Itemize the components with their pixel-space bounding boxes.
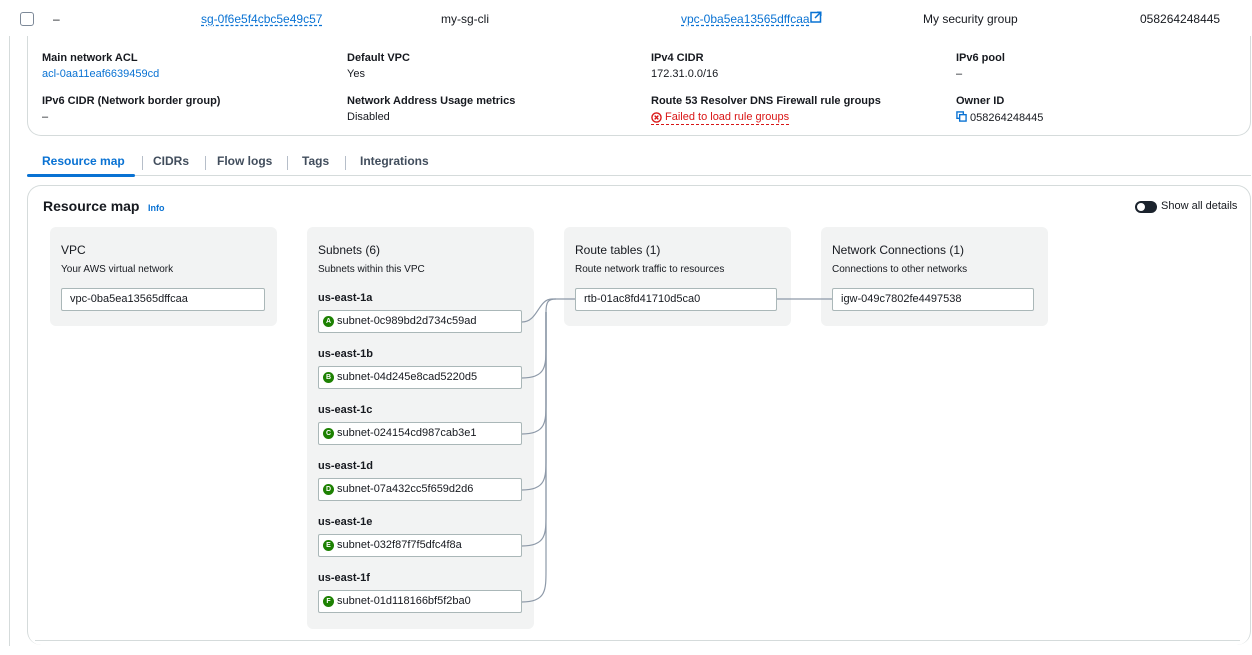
ipv6-pool-field: IPv6 pool – [956, 52, 1005, 81]
row-dash: – [53, 12, 60, 26]
resource-map-panel: Resource map Info Show all details VPC Y… [27, 185, 1251, 645]
copy-icon[interactable] [956, 111, 967, 122]
internet-gateway-node[interactable]: igw-049c7802fe4497538 [832, 288, 1034, 311]
panel-left-border [9, 36, 10, 646]
az-label: us-east-1c [318, 404, 373, 416]
vpc-column-title: VPC [61, 243, 86, 257]
ipv4-cidr-value: 172.31.0.0/16 [651, 68, 719, 80]
az-badge-icon: E [323, 540, 334, 551]
vpc-column: VPC Your AWS virtual network vpc-0ba5ea1… [50, 227, 277, 326]
subnet-id: subnet-0c989bd2d734c59ad [337, 315, 477, 327]
security-group-description: My security group [923, 12, 1018, 26]
network-connections-column-subtitle: Connections to other networks [832, 264, 968, 275]
security-group-id-link[interactable]: sg-0f6e5f4cbc5e49c57 [201, 12, 322, 26]
ipv6-pool-value: – [956, 68, 963, 80]
subnets-column-subtitle: Subnets within this VPC [318, 264, 425, 275]
resource-map-title: Resource map [43, 198, 140, 214]
route-tables-column-subtitle: Route network traffic to resources [575, 264, 725, 275]
ipv6-cidr-value: – [42, 111, 49, 123]
tab-separator [345, 156, 346, 170]
owner-id-label: Owner ID [956, 95, 1005, 107]
r53-firewall-field: Route 53 Resolver DNS Firewall rule grou… [651, 95, 881, 127]
r53-error-message[interactable]: Failed to load rule groups [651, 111, 790, 125]
default-vpc-value: Yes [347, 68, 365, 80]
tab-separator [205, 156, 206, 170]
show-all-details-label: Show all details [1161, 200, 1238, 212]
tab-tags[interactable]: Tags [302, 154, 329, 168]
tab-separator [142, 156, 143, 170]
az-badge-icon: D [323, 484, 334, 495]
ipv6-pool-label: IPv6 pool [956, 52, 1005, 64]
network-connections-column-title: Network Connections (1) [832, 243, 965, 257]
r53-firewall-label: Route 53 Resolver DNS Firewall rule grou… [651, 95, 881, 107]
az-badge-icon: B [323, 372, 334, 383]
row-select-checkbox[interactable] [20, 12, 34, 26]
network-connections-column: Network Connections (1) Connections to o… [821, 227, 1048, 326]
ipv4-cidr-label: IPv4 CIDR [651, 52, 704, 64]
default-vpc-label: Default VPC [347, 52, 410, 64]
az-label: us-east-1d [318, 460, 374, 472]
subnet-id: subnet-032f87f7f5dfc4f8a [337, 539, 462, 551]
owner-id-value: 058264248445 [970, 112, 1044, 124]
r53-error-text: Failed to load rule groups [665, 111, 790, 123]
subnet-id: subnet-01d118166bf5f2ba0 [337, 595, 471, 607]
tab-bar: Resource map CIDRs Flow logs Tags Integr… [27, 148, 1251, 176]
owner-id: 058264248445 [1140, 12, 1221, 26]
nau-metrics-label: Network Address Usage metrics [347, 95, 516, 107]
owner-id-value-wrap: 058264248445 [956, 111, 1043, 125]
tab-separator [287, 156, 288, 170]
tab-flow-logs[interactable]: Flow logs [217, 154, 272, 168]
subnet-id: subnet-04d245e8cad5220d5 [337, 371, 478, 383]
security-group-row: – sg-0f6e5f4cbc5e49c57 my-sg-cli vpc-0ba… [0, 0, 1252, 36]
subnet-id: subnet-024154cd987cab3e1 [337, 427, 477, 439]
route-tables-column: Route tables (1) Route network traffic t… [564, 227, 791, 326]
az-badge-icon: F [323, 596, 334, 607]
tab-integrations[interactable]: Integrations [360, 154, 429, 168]
security-group-name: my-sg-cli [441, 12, 489, 26]
route-table-node[interactable]: rtb-01ac8fd41710d5ca0 [575, 288, 777, 311]
vpc-details-panel: Main network ACL acl-0aa11eaf6639459cd D… [27, 36, 1251, 136]
subnet-node[interactable]: C subnet-024154cd987cab3e1 [318, 422, 522, 445]
subnet-node[interactable]: B subnet-04d245e8cad5220d5 [318, 366, 522, 389]
ipv6-cidr-label: IPv6 CIDR (Network border group) [42, 95, 221, 107]
subnet-node[interactable]: D subnet-07a432cc5f659d2d6 [318, 478, 522, 501]
bottom-divider [35, 640, 1240, 641]
subnet-node[interactable]: F subnet-01d118166bf5f2ba0 [318, 590, 522, 613]
route-tables-column-title: Route tables (1) [575, 243, 661, 257]
main-acl-link[interactable]: acl-0aa11eaf6639459cd [42, 68, 159, 81]
tab-cidrs[interactable]: CIDRs [153, 154, 189, 168]
subnets-column: Subnets (6) Subnets within this VPC us-e… [307, 227, 534, 629]
vpc-node[interactable]: vpc-0ba5ea13565dffcaa [61, 288, 265, 311]
nau-metrics-field: Network Address Usage metrics Disabled [347, 95, 515, 124]
az-label: us-east-1a [318, 292, 373, 304]
tab-resource-map[interactable]: Resource map [42, 154, 125, 168]
default-vpc-field: Default VPC Yes [347, 52, 410, 81]
az-badge-icon: C [323, 428, 334, 439]
main-acl-field: Main network ACL acl-0aa11eaf6639459cd [42, 52, 159, 81]
active-tab-indicator [27, 174, 135, 177]
r53-firewall-value-wrap: Failed to load rule groups [651, 111, 881, 127]
nau-metrics-value: Disabled [347, 111, 390, 123]
vpc-column-subtitle: Your AWS virtual network [61, 264, 174, 275]
subnet-id: subnet-07a432cc5f659d2d6 [337, 483, 474, 495]
info-link[interactable]: Info [148, 203, 165, 213]
external-link-icon[interactable] [810, 11, 822, 23]
show-all-details-toggle[interactable] [1135, 201, 1157, 213]
az-label: us-east-1e [318, 516, 373, 528]
vpc-id-link[interactable]: vpc-0ba5ea13565dffcaa [681, 12, 810, 26]
ipv4-cidr-field: IPv4 CIDR 172.31.0.0/16 [651, 52, 718, 81]
subnets-column-title: Subnets (6) [318, 243, 381, 257]
subnet-node[interactable]: A subnet-0c989bd2d734c59ad [318, 310, 522, 333]
az-label: us-east-1b [318, 348, 374, 360]
az-badge-icon: A [323, 316, 334, 327]
owner-id-field: Owner ID 058264248445 [956, 95, 1043, 125]
error-icon [651, 112, 662, 123]
az-label: us-east-1f [318, 572, 370, 584]
subnet-node[interactable]: E subnet-032f87f7f5dfc4f8a [318, 534, 522, 557]
ipv6-cidr-field: IPv6 CIDR (Network border group) – [42, 95, 220, 124]
main-acl-label: Main network ACL [42, 52, 138, 64]
